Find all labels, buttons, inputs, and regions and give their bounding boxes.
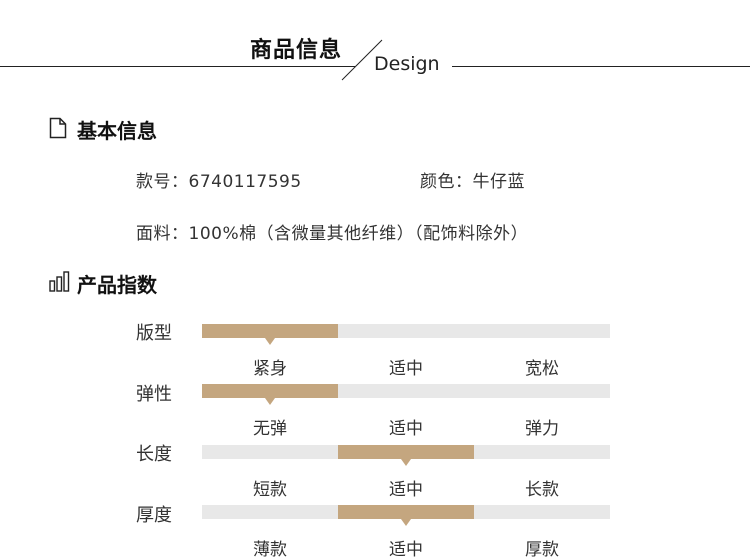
attribute-label-fit: 版型	[136, 323, 172, 344]
color-info: 颜色：牛仔蓝	[420, 172, 525, 192]
attribute-bar-fill	[338, 505, 474, 519]
attribute-option: 无弹	[253, 419, 287, 439]
style-number: 款号：6740117595	[136, 172, 302, 192]
attribute-option: 短款	[253, 480, 287, 500]
attribute-bar-fill	[338, 445, 474, 459]
page-subtitle: Design	[374, 53, 440, 75]
attribute-option: 长款	[525, 480, 559, 500]
attribute-option: 适中	[389, 540, 423, 560]
attribute-option: 宽松	[525, 359, 559, 379]
attribute-bar-pointer	[401, 459, 411, 466]
attribute-label-thickness: 厚度	[136, 505, 172, 526]
attribute-bar-thickness	[202, 505, 610, 526]
attribute-option: 适中	[389, 419, 423, 439]
attribute-option: 紧身	[253, 359, 287, 379]
attribute-bar-elasticity	[202, 384, 610, 405]
bar-chart-icon	[49, 271, 70, 296]
attribute-option: 弹力	[525, 419, 559, 439]
attribute-bar-pointer	[265, 398, 275, 405]
header-line-left	[0, 66, 355, 67]
attribute-bar-fit	[202, 324, 610, 345]
attribute-option: 适中	[389, 359, 423, 379]
attribute-label-elasticity: 弹性	[136, 384, 172, 405]
attribute-option: 薄款	[253, 540, 287, 560]
section-title-product-index: 产品指数	[77, 273, 157, 297]
attribute-option: 厚款	[525, 540, 559, 560]
document-icon	[49, 117, 67, 143]
attribute-bar-pointer	[265, 338, 275, 345]
section-title-basic-info: 基本信息	[77, 119, 157, 143]
attribute-bar-fill	[202, 384, 338, 398]
page-title: 商品信息	[250, 38, 343, 63]
material-info: 面料：100%棉（含微量其他纤维）（配饰料除外）	[136, 224, 529, 244]
attribute-option: 适中	[389, 480, 423, 500]
attribute-bar-fill	[202, 324, 338, 338]
attribute-label-length: 长度	[136, 444, 172, 465]
attribute-bar-pointer	[401, 519, 411, 526]
header-line-right	[452, 66, 750, 67]
attribute-bar-length	[202, 445, 610, 466]
